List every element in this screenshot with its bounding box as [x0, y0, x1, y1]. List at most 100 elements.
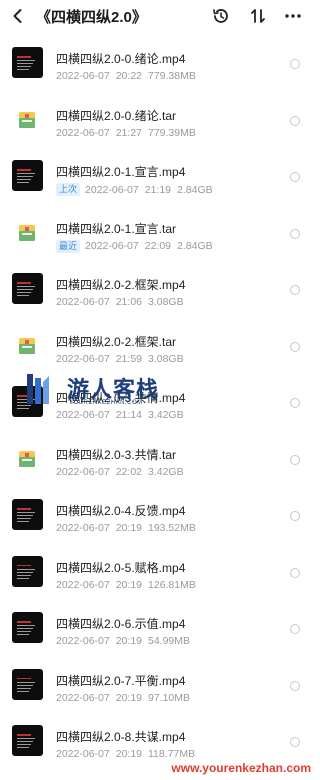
file-row[interactable]: 四横四纵2.0-3.共情.tar 2022-06-07 22:02 3.42GB [0, 433, 315, 490]
sort-icon[interactable] [247, 5, 269, 27]
top-bar: 《四横四纵2.0》 [0, 0, 315, 32]
file-name: 四横四纵2.0-2.框架.tar [56, 334, 177, 349]
video-thumbnail [12, 160, 43, 191]
file-meta: 2022-06-07 20:19 97.10MB [56, 692, 190, 704]
file-size: 54.99MB [148, 635, 191, 647]
file-size: 3.42GB [148, 409, 184, 421]
file-time: 21:06 [115, 296, 142, 308]
select-radio[interactable] [290, 285, 300, 295]
file-name: 四横四纵2.0-4.反馈.mp4 [56, 504, 186, 518]
file-time: 20:19 [115, 691, 142, 704]
archive-file-icon [19, 111, 35, 128]
file-size: 3.08GB [148, 296, 184, 308]
file-meta: 2022-06-07 20:22 779.38MB [56, 70, 196, 82]
file-name: 四横四纵2.0-2.框架.mp4 [56, 278, 186, 292]
file-size: 779.38MB [148, 70, 196, 82]
file-meta: 2022-06-07 21:59 3.08GB [56, 353, 184, 365]
select-radio[interactable] [290, 454, 300, 465]
file-size: 3.08GB [148, 352, 184, 365]
file-row[interactable]: 四横四纵2.0-0.绪论.mp4 2022-06-07 20:22 779.38MB [0, 37, 315, 94]
file-time: 20:19 [115, 578, 142, 591]
select-radio[interactable] [290, 680, 300, 691]
file-time: 21:59 [115, 352, 142, 365]
file-meta: 上次 2022-06-07 21:19 2.84GB [56, 183, 213, 196]
file-row[interactable]: 四横四纵2.0-1.宣言.tar 最近 2022-06-07 22:09 2.84GB [0, 207, 315, 264]
watermark-subtitle: YOURENKEZHAN.COM [69, 400, 143, 406]
file-date: 2022-06-07 [56, 409, 110, 421]
file-meta: 2022-06-07 20:19 54.99MB [56, 635, 190, 647]
footer-watermark: www.yourenkezhan.com [171, 761, 311, 775]
file-row[interactable]: 四横四纵2.0-2.框架.tar 2022-06-07 21:59 3.08GB [0, 320, 315, 377]
select-radio[interactable] [290, 567, 300, 578]
file-size: 2.84GB [177, 183, 213, 196]
file-date: 2022-06-07 [85, 183, 139, 196]
file-date: 2022-06-07 [56, 70, 110, 82]
file-size: 126.81MB [148, 578, 196, 591]
more-icon[interactable] [282, 5, 304, 27]
file-meta: 2022-06-07 20:19 193.52MB [56, 522, 196, 534]
file-name: 四横四纵2.0-0.绪论.tar [56, 108, 177, 123]
file-name: 四横四纵2.0-5.赋格.mp4 [56, 560, 186, 575]
history-icon[interactable] [210, 5, 232, 27]
file-time: 20:19 [115, 522, 142, 534]
select-radio[interactable] [290, 511, 300, 521]
recent-badge: 上次 [56, 183, 81, 196]
file-date: 2022-06-07 [56, 296, 110, 308]
archive-file-icon [19, 224, 35, 241]
select-radio[interactable] [290, 624, 300, 634]
file-meta: 最近 2022-06-07 22:09 2.84GB [56, 239, 213, 253]
file-row[interactable]: 四横四纵2.0-7.平衡.mp4 2022-06-07 20:19 97.10MB [0, 659, 315, 716]
file-name: 四横四纵2.0-3.共情.tar [56, 447, 177, 462]
file-meta: 2022-06-07 20:19 126.81MB [56, 579, 196, 591]
file-size: 3.42GB [148, 465, 184, 478]
file-time: 21:27 [115, 126, 142, 139]
select-radio[interactable] [290, 59, 300, 69]
file-time: 20:19 [115, 748, 142, 760]
file-time: 22:02 [115, 465, 142, 478]
select-radio[interactable] [290, 341, 300, 352]
chevron-left-icon[interactable] [8, 6, 28, 26]
video-thumbnail [12, 725, 43, 756]
file-date: 2022-06-07 [56, 691, 110, 704]
file-date: 2022-06-07 [56, 748, 110, 760]
video-thumbnail [12, 612, 43, 643]
file-meta: 2022-06-07 22:02 3.42GB [56, 466, 184, 478]
select-radio[interactable] [290, 228, 300, 239]
file-row[interactable]: 四横四纵2.0-6.示值.mp4 2022-06-07 20:19 54.99MB [0, 602, 315, 659]
file-name: 四横四纵2.0-1.宣言.tar [56, 221, 177, 236]
watermark-logo: 游人客栈 YOURENKEZHAN.COM [25, 372, 175, 410]
file-row[interactable]: 四横四纵2.0-1.宣言.mp4 上次 2022-06-07 21:19 2.84GB [0, 150, 315, 207]
archive-file-icon [19, 450, 35, 467]
file-time: 21:14 [115, 409, 142, 421]
file-date: 2022-06-07 [56, 126, 110, 139]
file-size: 193.52MB [148, 522, 196, 534]
file-date: 2022-06-07 [56, 465, 110, 478]
watermark-mark-icon [27, 374, 49, 404]
file-name: 四横四纵2.0-0.绪论.mp4 [56, 52, 186, 66]
file-meta: 2022-06-07 21:14 3.42GB [56, 409, 184, 421]
file-row[interactable]: 四横四纵2.0-0.绪论.tar 2022-06-07 21:27 779.39MB [0, 94, 315, 151]
file-row[interactable]: 四横四纵2.0-4.反馈.mp4 2022-06-07 20:19 193.52MB [0, 489, 315, 546]
file-date: 2022-06-07 [56, 522, 110, 534]
file-name: 四横四纵2.0-1.宣言.mp4 [56, 165, 186, 179]
video-thumbnail [12, 668, 43, 700]
select-radio[interactable] [290, 115, 300, 126]
file-meta: 2022-06-07 20:19 118.77MB [56, 748, 195, 760]
file-meta: 2022-06-07 21:06 3.08GB [56, 296, 184, 308]
file-row[interactable]: 四横四纵2.0-2.框架.mp4 2022-06-07 21:06 3.08GB [0, 263, 315, 320]
video-thumbnail [12, 273, 43, 304]
page-title: 《四横四纵2.0》 [36, 9, 147, 26]
file-date: 2022-06-07 [56, 635, 110, 647]
file-row[interactable]: 四横四纵2.0-5.赋格.mp4 2022-06-07 20:19 126.81MB [0, 546, 315, 603]
file-time: 20:19 [115, 635, 142, 647]
select-radio[interactable] [290, 398, 300, 408]
video-thumbnail [12, 499, 43, 530]
file-meta: 2022-06-07 21:27 779.39MB [56, 127, 196, 139]
select-radio[interactable] [290, 172, 300, 182]
select-radio[interactable] [290, 737, 300, 747]
file-time: 21:19 [144, 183, 172, 196]
video-thumbnail [12, 47, 43, 78]
archive-file-icon [19, 337, 35, 354]
file-size: 97.10MB [148, 691, 191, 704]
recent-badge: 最近 [56, 239, 81, 253]
